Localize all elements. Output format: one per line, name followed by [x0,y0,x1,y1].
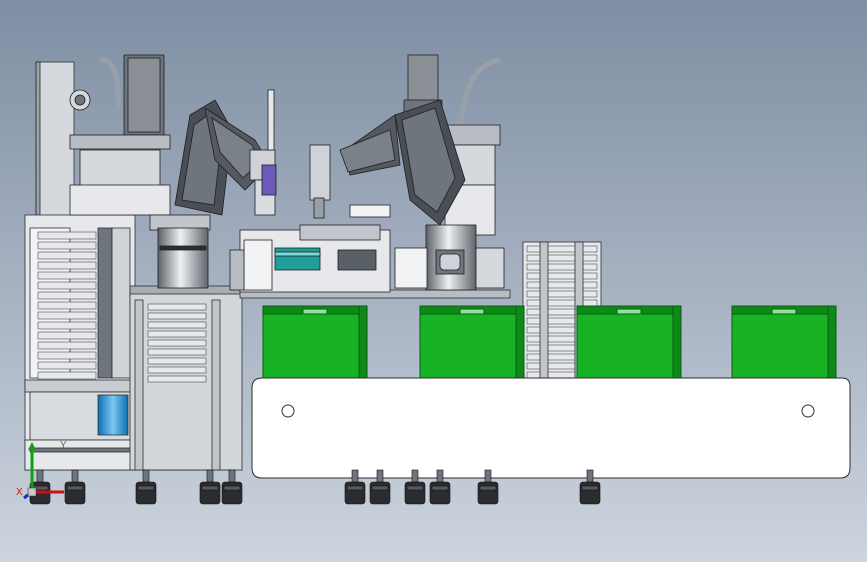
tray-slot [526,263,598,271]
tray-slats [37,231,97,380]
tray-slot [147,339,207,347]
tray-slot [37,331,97,340]
assembly-model[interactable] [0,0,867,562]
tray-slot [37,321,97,330]
plate-hole-left [281,404,295,418]
tray-slot [526,245,598,253]
front-cover-plate [251,377,851,479]
tray-slot [37,241,97,250]
tray-slot [37,281,97,290]
tray-slot [37,361,97,370]
tray-slot [147,357,207,365]
x-axis-label: X [16,487,23,498]
tray-slot [526,290,598,298]
tray-slot [147,330,207,338]
tray-slot [37,261,97,270]
tray-slot [526,254,598,262]
tray-slot [37,291,97,300]
tray-slot [526,272,598,280]
tray-slot [147,366,207,374]
tray-slot [37,311,97,320]
cad-viewport[interactable]: X Y [0,0,867,562]
tray-slot [37,231,97,240]
y-axis-label: Y [60,440,67,451]
tray-slot [147,303,207,311]
tray-slot [37,251,97,260]
tray-slot [147,321,207,329]
green-bin [262,305,368,381]
green-bin [576,305,682,381]
tray-slot [526,299,598,307]
center-mechanism [229,224,391,293]
tray-slot [37,351,97,360]
plate-hole-right [801,404,815,418]
tray-slot [147,375,207,383]
green-bin [419,305,525,381]
tray-slot [37,371,97,380]
tray-slot [37,341,97,350]
tray-slot [37,301,97,310]
tray-slot [37,271,97,280]
tray-slot [526,281,598,289]
green-bin [731,305,837,381]
tray-slot [147,312,207,320]
tray-slot [147,348,207,356]
